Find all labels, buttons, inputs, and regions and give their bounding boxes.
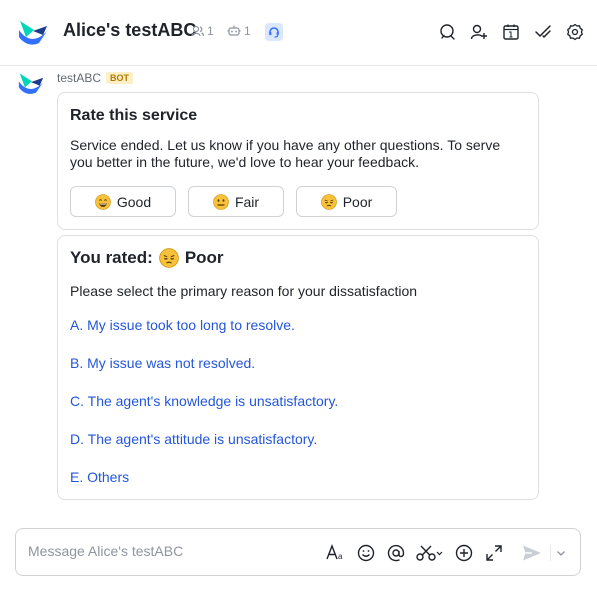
add-member-button[interactable] xyxy=(469,22,489,42)
search-icon xyxy=(440,24,455,40)
pensive-face-icon xyxy=(159,248,179,268)
member-count-value: 1 xyxy=(207,24,214,38)
app-logo-icon xyxy=(19,21,47,45)
send-button[interactable] xyxy=(522,543,542,563)
reason-card: You rated: Poor Please select the primar… xyxy=(57,235,539,500)
members-icon xyxy=(191,25,204,37)
bot-count[interactable]: 1 xyxy=(227,24,251,38)
chat-header: Alice's testABC 1 1 xyxy=(0,0,597,66)
rating-card: Rate this service Service ended. Let us … xyxy=(57,92,539,230)
gear-icon xyxy=(567,23,583,41)
at-sign-icon xyxy=(387,544,405,562)
member-count[interactable]: 1 xyxy=(191,24,214,38)
reason-option-d[interactable]: D. The agent's attitude is unsatisfactor… xyxy=(70,431,317,447)
bot-avatar[interactable] xyxy=(17,70,45,96)
reason-option-e[interactable]: E. Others xyxy=(70,469,129,485)
rating-card-text: Service ended. Let us know if you have a… xyxy=(70,137,501,170)
send-options-button[interactable] xyxy=(554,543,568,563)
more-actions-button[interactable] xyxy=(454,543,474,563)
support-badge[interactable] xyxy=(265,23,283,41)
checkmark-icon xyxy=(535,25,551,38)
sender-name[interactable]: testABC xyxy=(57,71,101,85)
tasks-button[interactable] xyxy=(533,22,553,42)
reason-option-a[interactable]: A. My issue took too long to resolve. xyxy=(70,317,295,333)
settings-button[interactable] xyxy=(565,22,585,42)
text-format-button[interactable]: a xyxy=(326,543,346,563)
message-composer: a xyxy=(15,528,581,576)
rate-good-button[interactable]: Good xyxy=(70,186,176,217)
screenshot-button[interactable] xyxy=(416,543,444,563)
plus-circle-icon xyxy=(455,544,473,562)
emoji-button[interactable] xyxy=(356,543,376,563)
chevron-down-icon xyxy=(557,551,565,556)
reason-title-prefix: You rated: xyxy=(70,248,153,267)
mention-button[interactable] xyxy=(386,543,406,563)
bot-tag: BOT xyxy=(106,72,134,84)
bot-count-value: 1 xyxy=(244,24,251,38)
calendar-icon xyxy=(503,24,519,40)
message-input[interactable] xyxy=(28,543,318,559)
pensive-face-icon xyxy=(320,193,337,210)
send-icon xyxy=(523,545,541,561)
headset-icon xyxy=(269,27,279,38)
add-user-icon xyxy=(470,24,487,40)
smiley-icon xyxy=(357,544,375,562)
rate-poor-button[interactable]: Poor xyxy=(296,186,397,217)
composer-divider xyxy=(550,545,551,561)
reason-option-b[interactable]: B. My issue was not resolved. xyxy=(70,355,255,371)
text-format-icon: a xyxy=(326,544,343,561)
svg-text:a: a xyxy=(338,552,343,561)
expand-icon xyxy=(486,545,502,561)
rate-fair-button[interactable]: Fair xyxy=(188,186,284,217)
scissors-icon xyxy=(416,545,443,561)
search-chat-button[interactable] xyxy=(437,22,457,42)
rating-card-title: Rate this service xyxy=(70,107,198,124)
expand-editor-button[interactable] xyxy=(484,543,504,563)
reason-option-c[interactable]: C. The agent's knowledge is unsatisfacto… xyxy=(70,393,338,409)
reason-prompt: Please select the primary reason for you… xyxy=(70,283,418,299)
reason-card-title: You rated: Poor xyxy=(70,248,224,268)
calendar-button[interactable] xyxy=(501,22,521,42)
message-sender: testABC BOT xyxy=(57,71,134,85)
rate-poor-label: Poor xyxy=(342,193,373,210)
bot-icon xyxy=(227,25,241,36)
reason-title-rating: Poor xyxy=(184,248,224,267)
rate-good-label: Good xyxy=(116,193,152,210)
chat-title: Alice's testABC xyxy=(63,20,197,40)
rate-fair-label: Fair xyxy=(234,193,260,210)
neutral-face-icon xyxy=(213,193,229,210)
header-actions xyxy=(425,22,585,42)
grinning-face-icon xyxy=(95,193,111,210)
